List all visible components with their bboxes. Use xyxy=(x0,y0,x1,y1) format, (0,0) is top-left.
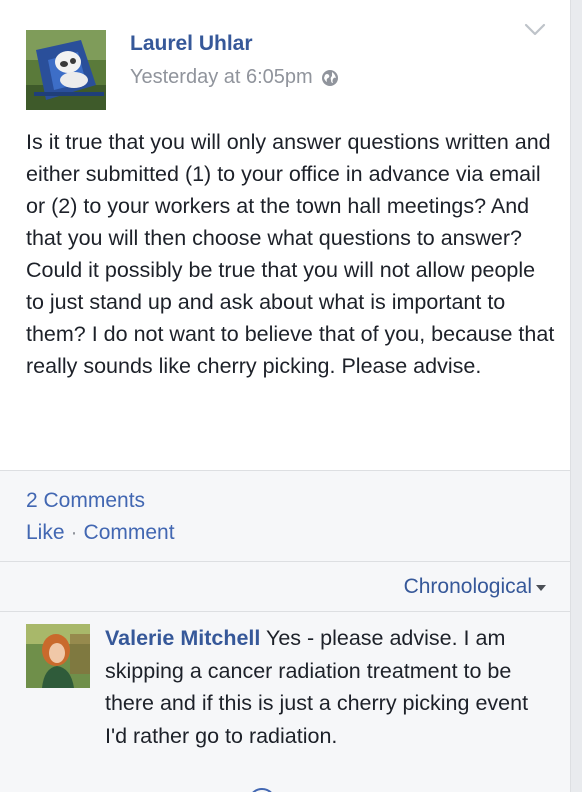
sort-label: Chronological xyxy=(403,575,532,598)
post-actions: Like · Comment xyxy=(26,521,175,545)
commenter-name[interactable]: Valerie Mitchell xyxy=(105,626,260,650)
comment-text: Valerie Mitchell Yes - please advise. I … xyxy=(105,622,545,752)
post-author-name[interactable]: Laurel Uhlar xyxy=(130,32,253,56)
comment-sort-bar: Chronological xyxy=(0,561,571,612)
like-button[interactable]: Like xyxy=(26,521,65,544)
chevron-down-icon[interactable] xyxy=(524,22,546,38)
caret-down-icon xyxy=(536,585,546,591)
author-avatar[interactable] xyxy=(26,30,106,110)
sort-dropdown[interactable]: Chronological xyxy=(404,575,546,599)
post-body-text: Is it true that you will only answer que… xyxy=(26,130,555,378)
facebook-post-view: Laurel Uhlar Yesterday at 6:05pm Is it t… xyxy=(0,0,582,792)
post-timestamp[interactable]: Yesterday at 6:05pm xyxy=(130,66,313,89)
action-separator: · xyxy=(70,521,78,544)
post-footer: 2 Comments Like · Comment xyxy=(0,471,571,561)
comments-count-link[interactable]: 2 Comments xyxy=(26,489,145,513)
comment-button[interactable]: Comment xyxy=(84,521,175,544)
post-meta: Yesterday at 6:05pm xyxy=(130,66,339,89)
reaction-icon[interactable] xyxy=(248,788,276,792)
post-card: Laurel Uhlar Yesterday at 6:05pm Is it t… xyxy=(0,0,571,471)
commenter-avatar[interactable] xyxy=(26,624,90,688)
globe-icon[interactable] xyxy=(321,69,339,87)
comment-item: Valerie Mitchell Yes - please advise. I … xyxy=(0,611,571,792)
